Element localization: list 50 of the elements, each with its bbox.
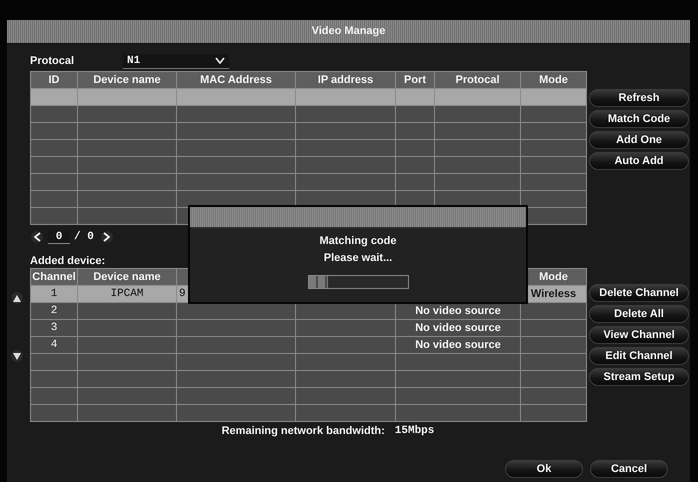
column-header: Channel xyxy=(30,268,78,286)
column-header: Device name xyxy=(78,268,176,286)
dialog-status: Please wait... xyxy=(322,251,394,266)
action-button[interactable]: Auto Add xyxy=(589,152,689,170)
scroll-up-icon[interactable] xyxy=(10,291,24,305)
action-button[interactable]: Stream Setup xyxy=(589,368,689,386)
protocol-label: Protocal xyxy=(30,55,76,67)
column-header: MAC Address xyxy=(176,72,296,88)
dialog-button[interactable]: Cancel xyxy=(590,460,668,478)
table-row[interactable] xyxy=(30,140,586,156)
column-header: ID xyxy=(30,72,78,88)
column-header: Mode xyxy=(520,72,586,88)
table-row[interactable] xyxy=(30,156,586,174)
page-field[interactable]: 0 xyxy=(48,230,70,244)
window-title: Video Manage xyxy=(7,20,690,44)
scroll-down-icon[interactable] xyxy=(10,349,24,363)
table-row[interactable] xyxy=(30,404,586,422)
protocol-dropdown[interactable]: N1 xyxy=(123,54,229,68)
dialog-message: Matching code xyxy=(318,234,398,249)
table-cell xyxy=(520,404,586,422)
table-row[interactable]: 2 No video source xyxy=(30,302,586,320)
column-header: Device name xyxy=(78,72,176,88)
action-button[interactable]: Edit Channel xyxy=(589,347,689,365)
column-header: Protocal xyxy=(434,72,520,88)
action-button[interactable]: Match Code xyxy=(589,110,689,128)
action-button[interactable]: View Channel xyxy=(589,326,689,344)
column-header: Port xyxy=(396,72,434,88)
added-device-label: Added device: xyxy=(30,254,106,268)
table-row[interactable] xyxy=(30,388,586,404)
table-cell xyxy=(30,404,78,422)
table-cell xyxy=(30,208,78,224)
action-button[interactable]: Delete All xyxy=(589,305,689,323)
caret-icon xyxy=(215,57,225,64)
action-button[interactable]: Delete Channel xyxy=(589,284,689,302)
table-row[interactable]: 4 No video source xyxy=(30,336,586,354)
page-total: / 0 xyxy=(74,231,94,243)
next-page-icon[interactable] xyxy=(100,230,114,244)
table-row[interactable] xyxy=(30,122,586,140)
table-row[interactable] xyxy=(30,370,586,388)
bandwidth-value: 15Mbps xyxy=(394,425,434,437)
action-button[interactable]: Add One xyxy=(589,131,689,149)
table-row[interactable] xyxy=(30,174,586,190)
column-header: IP address xyxy=(296,72,396,88)
table-row[interactable]: 3 No video source xyxy=(30,320,586,336)
action-button[interactable]: Refresh xyxy=(589,89,689,107)
table-row[interactable] xyxy=(30,106,586,122)
table-row[interactable] xyxy=(30,354,586,370)
bandwidth-label: Remaining network bandwidth: xyxy=(222,425,385,437)
dialog-button[interactable]: Ok xyxy=(505,460,583,478)
previous-page-icon[interactable] xyxy=(30,230,44,244)
